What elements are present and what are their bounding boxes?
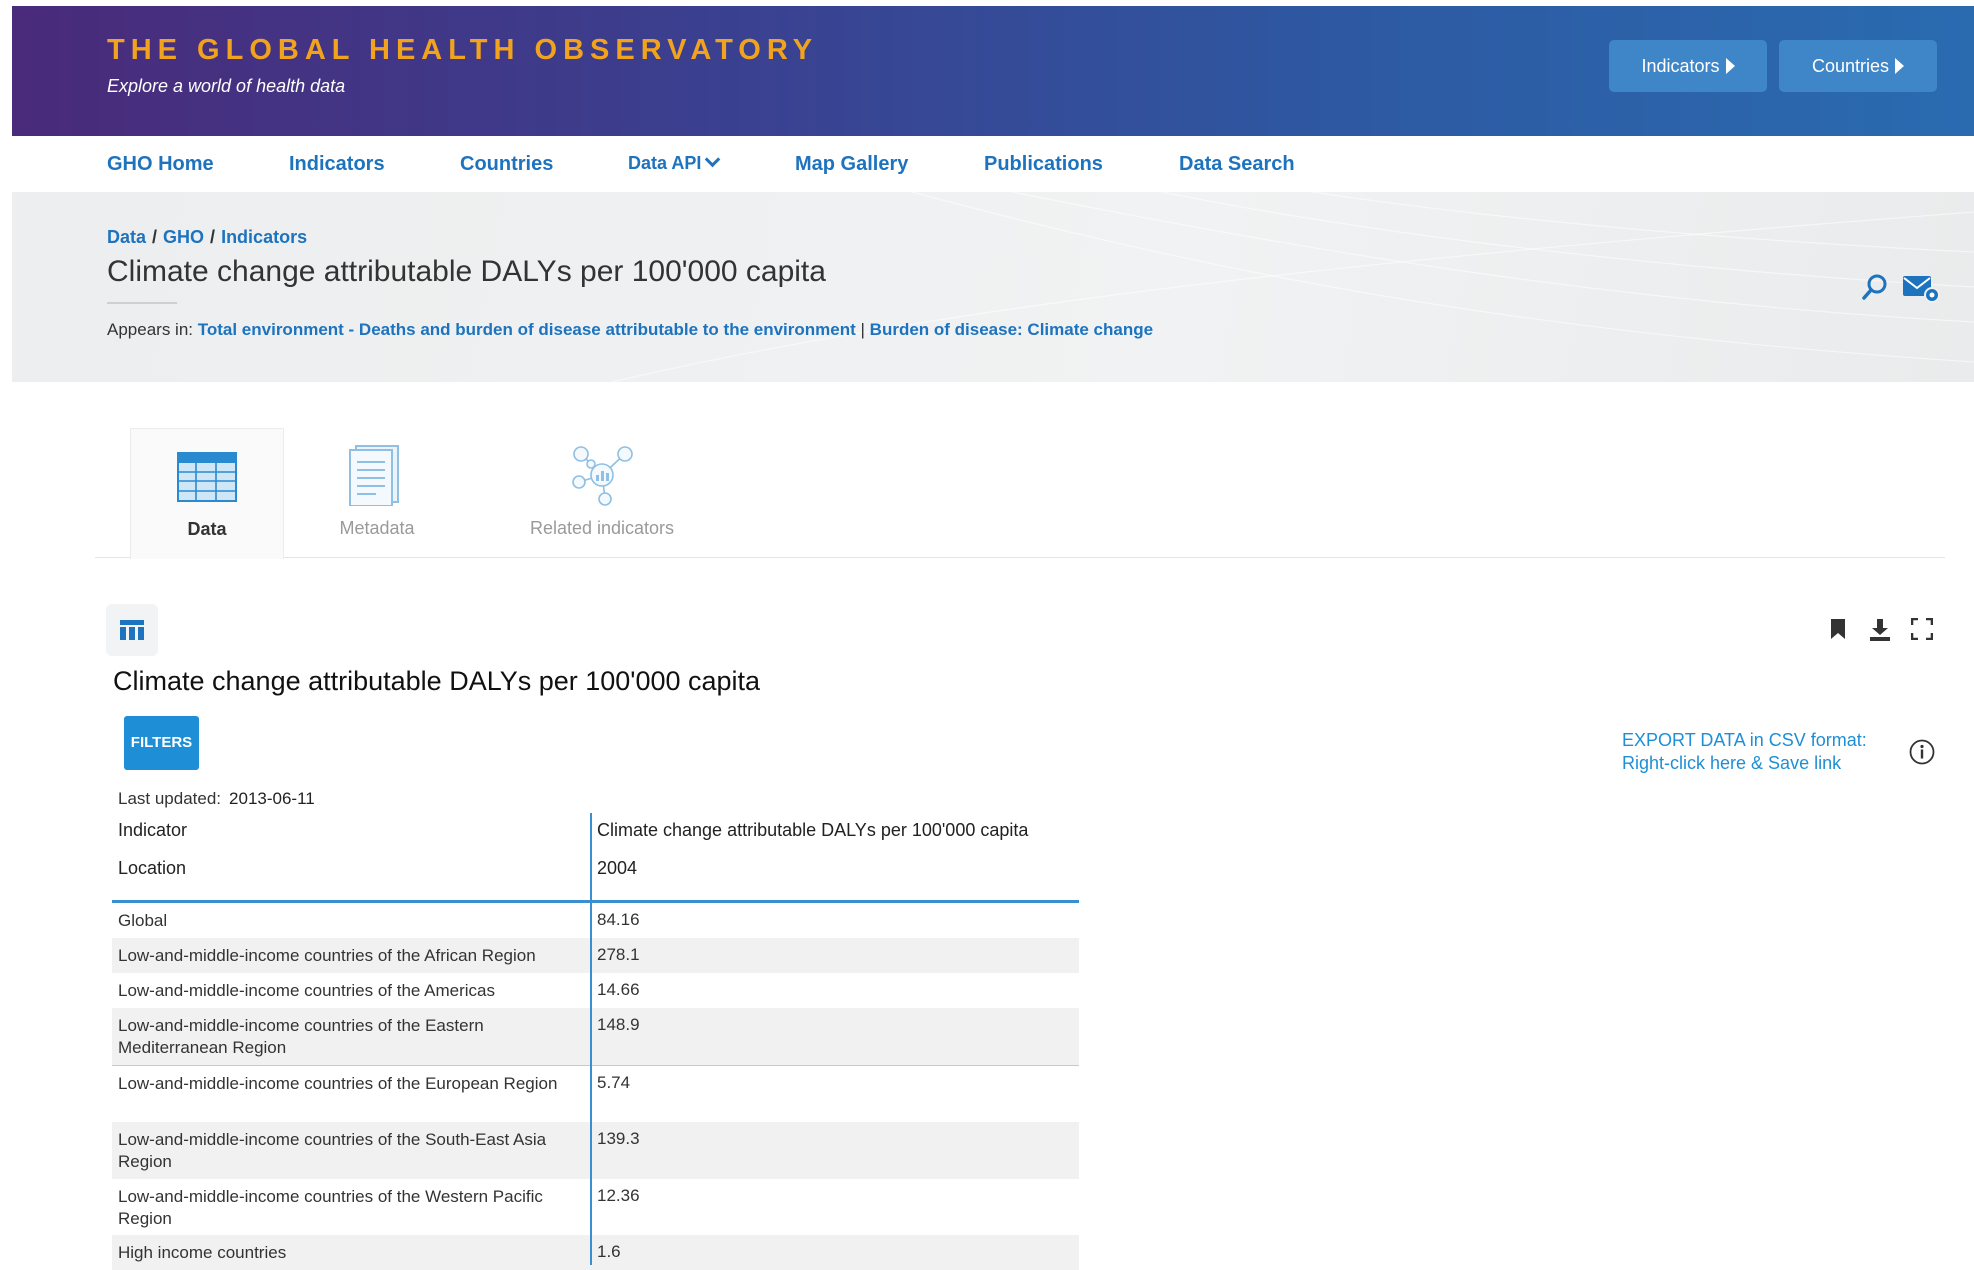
row-location: High income countries <box>118 1243 287 1262</box>
tab-data[interactable]: Data <box>130 428 284 559</box>
table-header-indicator: Indicator Climate change attributable DA… <box>112 812 1079 850</box>
breadcrumb: Data / GHO / Indicators <box>107 227 308 247</box>
row-location: Low-and-middle-income countries of the E… <box>118 1016 484 1057</box>
nav-item-gho-home[interactable]: GHO Home <box>107 153 214 176</box>
appears-in-separator: | <box>860 320 865 339</box>
table-row: Low-and-middle-income countries of the A… <box>112 973 1079 1008</box>
table-row: Low-and-middle-income countries of the W… <box>112 1179 1079 1235</box>
search-icon[interactable] <box>1860 272 1890 307</box>
header-year-value[interactable]: 2004 <box>597 858 637 879</box>
appears-in-link-total-environment[interactable]: Total environment - Deaths and burden of… <box>198 320 856 339</box>
site-header: THE GLOBAL HEALTH OBSERVATORY Explore a … <box>12 6 1974 136</box>
row-location: Low-and-middle-income countries of the A… <box>118 981 496 1000</box>
nav-item-countries[interactable]: Countries <box>460 153 553 176</box>
table-row: Low-and-middle-income countries of the A… <box>112 938 1079 973</box>
countries-button-label: Countries <box>1811 56 1890 76</box>
tab-metadata-label: Metadata <box>339 518 415 538</box>
header-indicator-value: Climate change attributable DALYs per 10… <box>597 820 1029 840</box>
chevron-down-icon <box>705 151 721 168</box>
header-location-label: Location <box>118 858 187 878</box>
site-title[interactable]: THE GLOBAL HEALTH OBSERVATORY <box>107 34 818 67</box>
title-divider <box>107 302 177 304</box>
nav-item-data-api[interactable]: Data API <box>628 151 721 174</box>
table-row: Low-and-middle-income countries of the E… <box>112 1066 1079 1122</box>
row-value: 12.36 <box>597 1186 640 1205</box>
main-nav: GHO Home Indicators Countries Data API M… <box>12 136 1974 193</box>
nav-item-data-api-label: Data API <box>628 153 702 173</box>
bookmark-icon[interactable] <box>1829 618 1847 645</box>
download-icon[interactable] <box>1868 618 1892 647</box>
export-csv-line1: EXPORT DATA in CSV format: <box>1622 730 1867 750</box>
row-value: 14.66 <box>597 980 640 999</box>
table-row: Low-and-middle-income countries of the E… <box>112 1008 1079 1066</box>
last-updated-value: 2013-06-11 <box>229 789 315 808</box>
row-location: Low-and-middle-income countries of the A… <box>118 946 536 965</box>
appears-in-link-burden-climate[interactable]: Burden of disease: Climate change <box>870 320 1153 339</box>
indicators-button-label: Indicators <box>1641 56 1720 76</box>
appears-in: Appears in: Total environment - Deaths a… <box>107 320 1153 340</box>
breadcrumb-data[interactable]: Data <box>107 227 146 247</box>
header-indicator-label: Indicator <box>118 820 188 840</box>
table-header-location: Location 2004 <box>112 850 1079 888</box>
nav-item-indicators[interactable]: Indicators <box>289 153 385 176</box>
table-row: Global 84.16 <box>112 903 1079 938</box>
tab-metadata[interactable]: Metadata <box>312 428 442 558</box>
tab-related-indicators-label: Related indicators <box>529 518 675 538</box>
table-icon <box>177 452 237 502</box>
export-csv-link[interactable]: EXPORT DATA in CSV format: Right-click h… <box>1622 729 1867 775</box>
table-icon <box>120 620 144 640</box>
fullscreen-icon[interactable] <box>1910 617 1934 645</box>
indicators-button[interactable]: Indicators <box>1609 40 1767 92</box>
row-value: 1.6 <box>597 1242 621 1261</box>
breadcrumb-gho[interactable]: GHO <box>163 227 204 247</box>
row-value: 5.74 <box>597 1073 631 1092</box>
site-tagline: Explore a world of health data <box>107 76 346 96</box>
row-value: 148.9 <box>597 1015 640 1034</box>
row-value: 278.1 <box>597 945 640 964</box>
nav-item-map-gallery[interactable]: Map Gallery <box>795 153 908 176</box>
document-icon <box>349 445 399 507</box>
info-icon[interactable] <box>1909 739 1935 770</box>
last-updated-label: Last updated: <box>118 789 222 808</box>
caret-right-icon <box>1895 58 1905 74</box>
title-band: Data / GHO / Indicators Climate change attri… <box>12 192 1974 382</box>
last-updated: Last updated: 2013-06-11 <box>118 789 315 809</box>
countries-button[interactable]: Countries <box>1779 40 1937 92</box>
grid-view-button[interactable] <box>106 604 158 656</box>
tab-data-label: Data <box>187 519 227 539</box>
table-column-divider <box>590 813 592 1265</box>
network-icon <box>572 446 633 506</box>
breadcrumb-indicators[interactable]: Indicators <box>221 227 307 247</box>
row-location: Global <box>118 911 168 930</box>
viz-title: Climate change attributable DALYs per 10… <box>113 666 761 696</box>
row-value: 84.16 <box>597 910 640 929</box>
row-location: Low-and-middle-income countries of the S… <box>118 1130 547 1171</box>
page-title: Climate change attributable DALYs per 10… <box>107 255 826 288</box>
row-location: Low-and-middle-income countries of the W… <box>118 1187 543 1228</box>
email-icon[interactable] <box>1901 272 1941 309</box>
nav-item-data-search[interactable]: Data Search <box>1179 153 1295 176</box>
appears-in-label: Appears in: <box>107 320 193 339</box>
caret-right-icon <box>1725 58 1735 74</box>
row-location: Low-and-middle-income countries of the E… <box>118 1074 558 1093</box>
filters-button[interactable]: FILTERS <box>124 716 199 770</box>
nav-item-publications[interactable]: Publications <box>984 153 1103 176</box>
export-csv-line2: Right-click here & Save link <box>1622 753 1842 773</box>
table-row: Low-and-middle-income countries of the S… <box>112 1122 1079 1179</box>
row-value: 139.3 <box>597 1129 640 1148</box>
tab-related-indicators[interactable]: Related indicators <box>500 428 704 558</box>
